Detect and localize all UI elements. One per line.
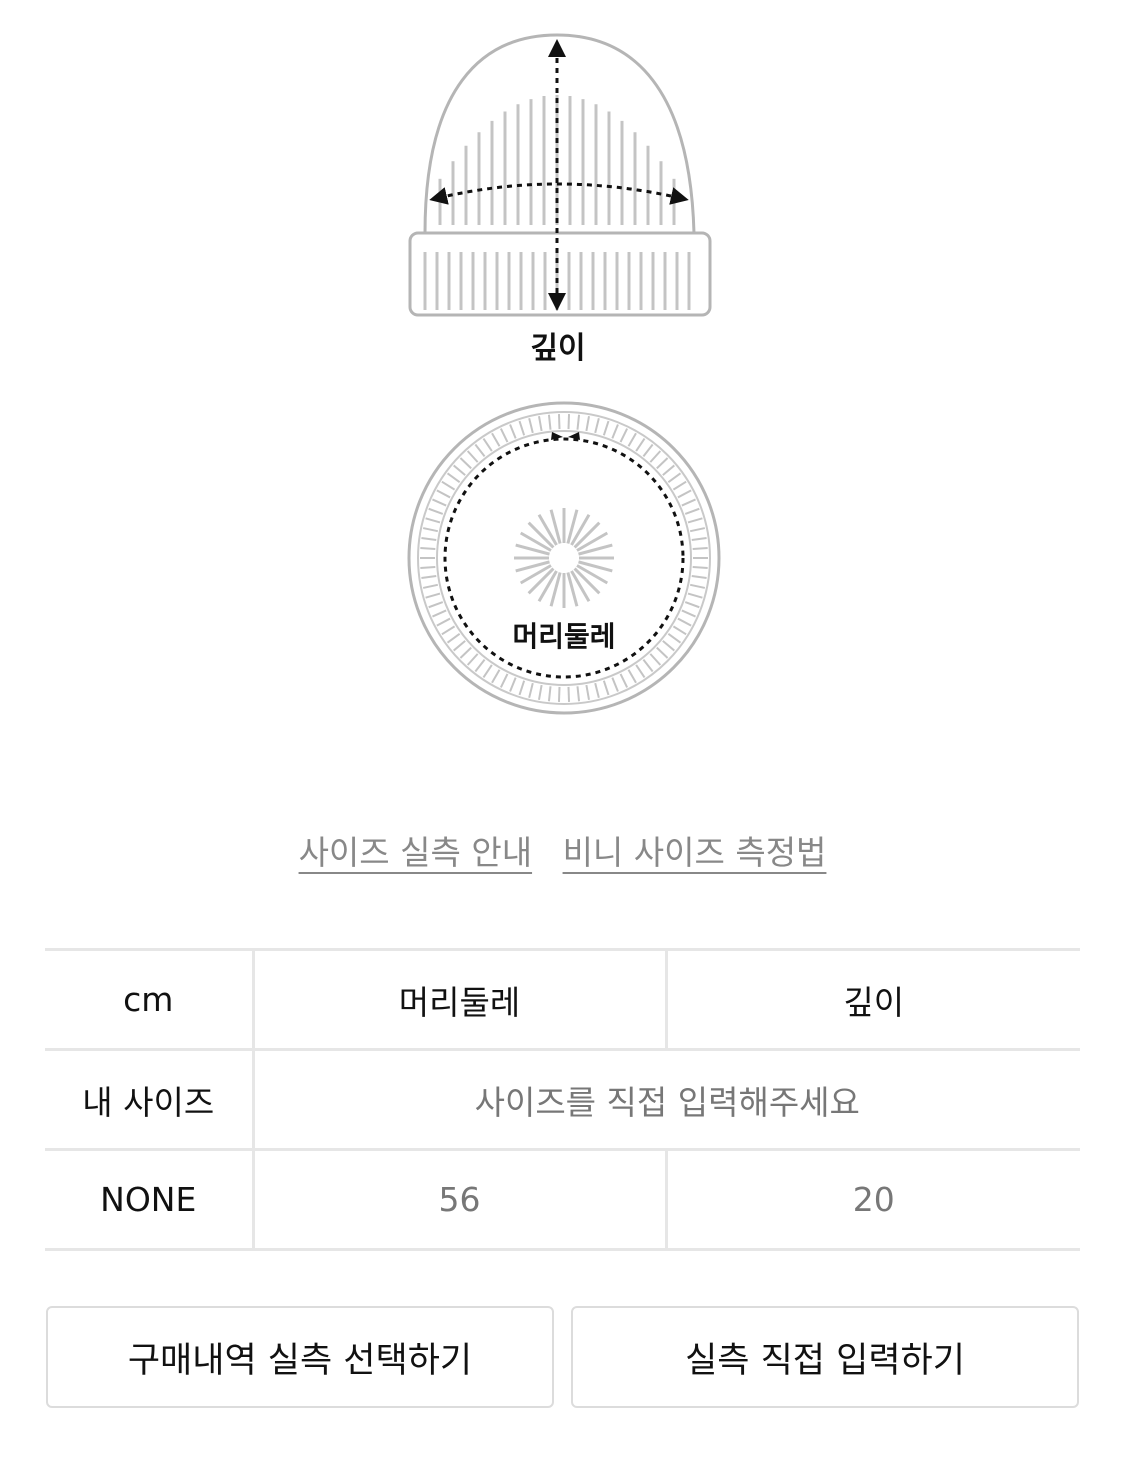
circumference-value: 56	[251, 1148, 666, 1251]
my-size-label: 내 사이즈	[45, 1048, 253, 1151]
depth-value: 20	[664, 1148, 1080, 1251]
my-size-row: 내 사이즈 사이즈를 직접 입력해주세요	[45, 1048, 1080, 1151]
beanie-side-icon	[408, 33, 712, 317]
direct-input-button[interactable]: 실측 직접 입력하기	[571, 1306, 1079, 1408]
circumference-diagram-label: 머리둘레	[512, 620, 615, 653]
depth-header: 깊이	[664, 948, 1080, 1051]
beanie-measure-link[interactable]: 비니 사이즈 측정법	[563, 833, 827, 872]
depth-diagram-label: 깊이	[530, 331, 585, 366]
select-purchase-history-button[interactable]: 구매내역 실측 선택하기	[46, 1306, 554, 1408]
beanie-top-icon	[407, 401, 721, 715]
table-header-row: cm 머리둘레 깊이	[45, 948, 1080, 1051]
size-name-cell: NONE	[45, 1148, 253, 1251]
my-size-input-prompt[interactable]: 사이즈를 직접 입력해주세요	[251, 1048, 1080, 1151]
guide-links: 사이즈 실측 안내 비니 사이즈 측정법	[0, 826, 1125, 874]
table-row: NONE 56 20	[45, 1148, 1080, 1251]
size-guide-link[interactable]: 사이즈 실측 안내	[299, 833, 533, 872]
beanie-measurement-diagram: 깊이 머리둘레	[407, 33, 721, 715]
unit-header: cm	[45, 948, 253, 1051]
size-table: cm 머리둘레 깊이 내 사이즈 사이즈를 직접 입력해주세요 NONE 56 …	[45, 948, 1080, 1251]
circumference-header: 머리둘레	[251, 948, 666, 1051]
